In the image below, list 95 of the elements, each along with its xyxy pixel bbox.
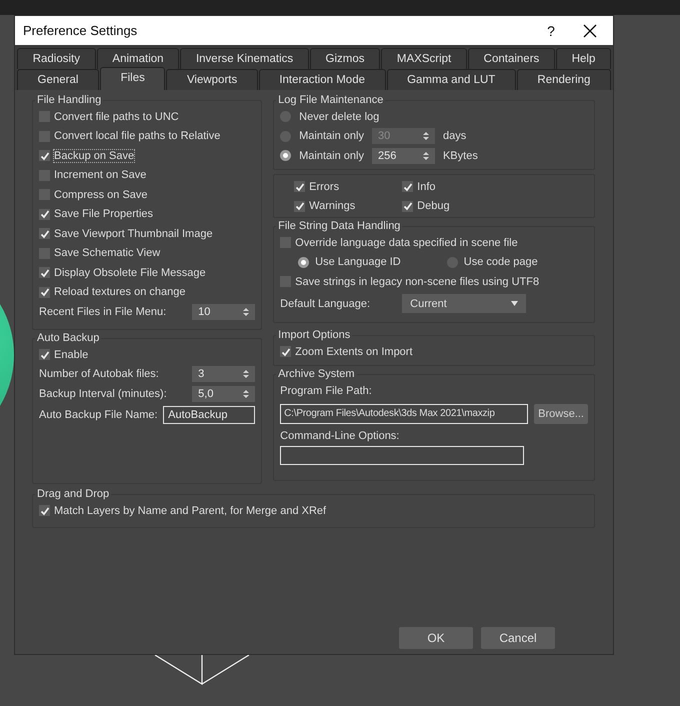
group-title: Log File Maintenance xyxy=(277,94,384,106)
field-label: Default Language: xyxy=(280,298,372,310)
option-label: Maintain only xyxy=(299,130,364,142)
option-label: Match Layers by Name and Parent, for Merge and XRef xyxy=(54,504,326,517)
spinner-field[interactable]: 5,0 xyxy=(192,386,256,402)
option-label: Save File Properties xyxy=(54,208,154,220)
field-label: Recent Files in File Menu: xyxy=(39,306,168,318)
ok-button[interactable]: OK xyxy=(399,627,473,649)
option-label: Save Schematic View xyxy=(54,247,160,260)
tab[interactable]: Containers xyxy=(468,48,555,69)
unit-label: KBytes xyxy=(442,150,478,162)
checkbox[interactable] xyxy=(402,200,414,212)
field-label: Command-Line Options: xyxy=(280,430,400,442)
checkbox[interactable] xyxy=(402,181,414,192)
spinner-arrows-icon[interactable] xyxy=(243,388,250,399)
checkbox[interactable] xyxy=(39,267,50,278)
group-title: Archive System xyxy=(277,368,356,380)
close-icon[interactable] xyxy=(583,24,597,38)
radio-button[interactable] xyxy=(446,256,458,268)
option-label: Enable xyxy=(54,348,88,361)
cancel-button[interactable]: Cancel xyxy=(481,627,555,649)
tab[interactable]: Inverse Kinematics xyxy=(180,48,309,69)
caret-icon[interactable] xyxy=(511,301,518,306)
checkbox[interactable] xyxy=(39,248,50,259)
tab[interactable]: Help xyxy=(556,48,612,69)
option-label: Maintain only xyxy=(299,150,364,162)
option-label: Convert file paths to UNC xyxy=(54,110,179,123)
radio-button[interactable] xyxy=(280,111,292,122)
option-label: Backup on Save xyxy=(54,150,134,162)
spinner-arrows-icon[interactable] xyxy=(243,306,250,317)
checkbox[interactable] xyxy=(280,237,292,248)
checkbox[interactable] xyxy=(280,346,292,358)
radio-button[interactable] xyxy=(280,150,292,162)
tab[interactable]: MAXScript xyxy=(381,48,467,69)
tab[interactable]: Animation xyxy=(96,48,180,69)
checkbox[interactable] xyxy=(294,181,306,192)
input-field[interactable] xyxy=(280,446,524,465)
checkbox[interactable] xyxy=(39,228,50,240)
field-label: Program File Path: xyxy=(280,384,372,397)
input-field[interactable]: AutoBackup xyxy=(163,406,256,424)
radio-button[interactable] xyxy=(298,256,310,268)
spinner-field[interactable]: 256 xyxy=(372,148,435,164)
option-label: Display Obsolete File Message xyxy=(54,266,206,279)
option-label: Info xyxy=(417,180,436,193)
checkbox[interactable] xyxy=(39,505,50,516)
tab[interactable]: Rendering xyxy=(516,69,612,90)
option-label: Reload textures on change xyxy=(54,286,186,298)
tab[interactable]: Viewports xyxy=(166,69,258,90)
checkbox[interactable] xyxy=(39,286,50,298)
option-label: Warnings xyxy=(309,200,356,212)
spinner-arrows-icon[interactable] xyxy=(243,369,250,380)
unit-label: days xyxy=(442,130,466,142)
checkbox[interactable] xyxy=(39,208,50,220)
tab[interactable]: Radiosity xyxy=(17,48,96,69)
tab[interactable]: Files xyxy=(100,67,166,90)
dropdown[interactable]: Current xyxy=(402,294,526,313)
group-title: Drag and Drop xyxy=(36,488,110,500)
browse-button[interactable]: Browse... xyxy=(534,404,588,424)
input-field[interactable]: C:\Program Files\Autodesk\3ds Max 2021\maxzip xyxy=(280,404,528,424)
option-label: Debug xyxy=(417,200,450,212)
spinner-field[interactable]: 3 xyxy=(192,366,256,382)
checkbox[interactable] xyxy=(39,150,50,162)
tab[interactable]: General xyxy=(17,69,100,90)
tab[interactable]: Interaction Mode xyxy=(258,69,386,90)
help-button[interactable]: ? xyxy=(533,22,569,38)
checkbox[interactable] xyxy=(280,276,292,288)
option-label: Use code page xyxy=(464,256,538,268)
group-title: Import Options xyxy=(277,329,352,341)
field-label: Number of Autobak files: xyxy=(39,368,160,380)
checkbox[interactable] xyxy=(39,130,50,142)
option-label: Use Language ID xyxy=(315,256,401,268)
tab[interactable]: Gizmos xyxy=(310,48,380,69)
tab[interactable]: Gamma and LUT xyxy=(386,69,516,90)
window-title: Preference Settings xyxy=(23,23,138,38)
option-label: Compress on Save xyxy=(54,188,148,201)
checkbox[interactable] xyxy=(39,111,50,122)
checkbox[interactable] xyxy=(39,170,50,181)
option-label: Override language data specified in scene file xyxy=(295,236,518,249)
field-label: Backup Interval (minutes): xyxy=(39,388,168,400)
group-title: Auto Backup xyxy=(36,332,100,344)
spinner-field[interactable]: 10 xyxy=(192,304,256,320)
option-label: Never delete log xyxy=(299,110,380,123)
option-label: Errors xyxy=(309,180,340,193)
spinner-arrows-icon[interactable] xyxy=(422,150,429,161)
option-label: Save strings in legacy non-scene files using UTF8 xyxy=(295,276,540,288)
checkbox[interactable] xyxy=(39,189,50,200)
group-title: File Handling xyxy=(36,94,102,106)
checkbox[interactable] xyxy=(294,200,306,212)
option-label: Zoom Extents on Import xyxy=(295,346,413,358)
option-label: Save Viewport Thumbnail Image xyxy=(54,228,213,240)
checkbox[interactable] xyxy=(39,349,50,360)
option-label: Increment on Save xyxy=(54,169,146,182)
field-label: Auto Backup File Name: xyxy=(39,408,159,420)
option-label: Convert local file paths to Relative xyxy=(54,130,220,142)
group-title: File String Data Handling xyxy=(277,220,402,232)
